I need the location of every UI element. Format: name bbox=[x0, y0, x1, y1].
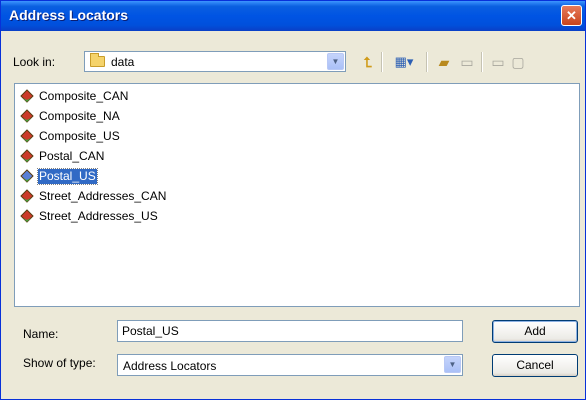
list-item-label: Composite_NA bbox=[39, 109, 120, 123]
address-locator-icon bbox=[20, 209, 34, 223]
look-in-label: Look in: bbox=[13, 55, 56, 69]
name-input[interactable]: Postal_US bbox=[117, 320, 463, 342]
file-list[interactable]: Composite_CAN Composite_NA Composite_US Pos… bbox=[14, 83, 580, 307]
close-button[interactable]: ✕ bbox=[561, 5, 582, 26]
type-label: Show of type: bbox=[23, 356, 96, 370]
list-item-label: Postal_CAN bbox=[39, 149, 105, 163]
address-locator-icon bbox=[20, 109, 34, 123]
toolbar-separator bbox=[426, 52, 428, 72]
list-item-label: Composite_CAN bbox=[39, 89, 129, 103]
look-in-dropdown[interactable]: data ▼ bbox=[84, 51, 346, 72]
folder-icon bbox=[90, 53, 105, 67]
address-locator-icon bbox=[20, 129, 34, 143]
up-one-level-icon[interactable]: ⮤ bbox=[358, 52, 378, 72]
views-menu-icon[interactable]: ▦▾ bbox=[391, 52, 417, 72]
add-button[interactable]: Add bbox=[492, 320, 578, 343]
address-locator-icon bbox=[20, 169, 34, 183]
cancel-button[interactable]: Cancel bbox=[492, 354, 578, 377]
disabled-icon: ▢ bbox=[511, 54, 525, 70]
chevron-down-icon[interactable]: ▼ bbox=[444, 356, 461, 373]
disabled-icon: ▭ bbox=[491, 54, 505, 70]
list-item-label: Composite_US bbox=[39, 129, 120, 143]
list-item-label: Postal_US bbox=[37, 168, 98, 185]
title-bar[interactable]: Address Locators ✕ bbox=[1, 1, 585, 31]
type-value: Address Locators bbox=[123, 359, 217, 373]
dialog-title: Address Locators bbox=[9, 7, 129, 23]
address-locator-icon bbox=[20, 149, 34, 163]
look-in-value: data bbox=[111, 55, 135, 69]
toolbar-separator bbox=[381, 52, 383, 72]
address-locator-icon bbox=[20, 189, 34, 203]
list-item-label: Street_Addresses_US bbox=[39, 209, 158, 223]
address-locators-dialog: Address Locators ✕ Look in: data ▼ ⮤ ▦▾ … bbox=[0, 0, 586, 400]
address-locator-icon bbox=[20, 89, 34, 103]
toolbar-separator bbox=[481, 52, 483, 72]
new-folder-icon[interactable]: ▰ bbox=[434, 52, 454, 72]
chevron-down-icon[interactable]: ▼ bbox=[327, 53, 344, 70]
list-item-label: Street_Addresses_CAN bbox=[39, 189, 167, 203]
type-dropdown[interactable]: Address Locators ▼ bbox=[117, 354, 463, 376]
disabled-icon: ▭ bbox=[460, 54, 474, 70]
name-label: Name: bbox=[23, 327, 59, 341]
